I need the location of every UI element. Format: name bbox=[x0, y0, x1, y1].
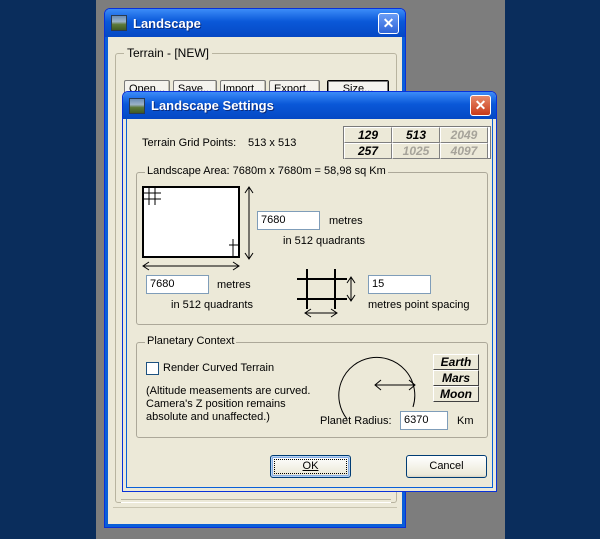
divider bbox=[121, 499, 391, 503]
curved-terrain-checkbox[interactable] bbox=[146, 362, 159, 375]
settings-app-icon bbox=[129, 97, 145, 114]
cancel-button-label: Cancel bbox=[429, 460, 464, 472]
planetary-context-label: Planetary Context bbox=[145, 335, 237, 347]
settings-dialog-title: Landscape Settings bbox=[151, 98, 274, 113]
curved-terrain-label[interactable]: Render Curved Terrain bbox=[163, 362, 274, 374]
curved-note-line-1: (Altitude measements are curved. bbox=[146, 385, 311, 397]
width-unit-label: metres bbox=[217, 279, 251, 291]
width-arrow-icon bbox=[142, 261, 240, 271]
grid-points-value: 513 x 513 bbox=[248, 137, 297, 149]
height-arrow-icon bbox=[244, 186, 254, 260]
settings-titlebar[interactable]: Landscape Settings ✕ bbox=[123, 92, 496, 119]
grid-option-257[interactable]: 257 bbox=[344, 143, 392, 159]
point-spacing-input[interactable]: 15 bbox=[368, 275, 431, 294]
grid-option-1025: 1025 bbox=[392, 143, 440, 159]
settings-body: Terrain Grid Points: 513 x 513 129 513 2… bbox=[126, 119, 493, 488]
landscape-area-group: Landscape Area: 7680m x 7680m = 58,98 sq… bbox=[136, 165, 488, 325]
radius-arrow-icon bbox=[374, 379, 416, 391]
height-quadrants-label: in 512 quadrants bbox=[283, 235, 365, 247]
settings-close-button[interactable]: ✕ bbox=[470, 95, 491, 116]
planet-radius-input[interactable]: 6370 bbox=[400, 411, 448, 430]
height-unit-label: metres bbox=[329, 215, 363, 227]
curved-note-line-2: Camera's Z position remains bbox=[146, 398, 286, 410]
grid-option-129[interactable]: 129 bbox=[344, 127, 392, 143]
width-quadrants-label: in 512 quadrants bbox=[171, 299, 253, 311]
cancel-button[interactable]: Cancel bbox=[406, 455, 487, 478]
planet-radius-label: Planet Radius: bbox=[320, 415, 392, 427]
grid-option-2049: 2049 bbox=[440, 127, 488, 143]
curved-note-line-3: absolute and unaffected.) bbox=[146, 411, 270, 423]
ok-button[interactable]: OK bbox=[270, 455, 351, 478]
landscape-titlebar[interactable]: Landscape ✕ bbox=[105, 9, 405, 37]
terrain-square-icon bbox=[142, 186, 240, 258]
earth-button[interactable]: Earth bbox=[433, 354, 479, 370]
point-spacing-icon bbox=[297, 269, 347, 309]
planet-arc-icon bbox=[338, 356, 416, 420]
landscape-window-title: Landscape bbox=[133, 15, 201, 31]
moon-button[interactable]: Moon bbox=[433, 386, 479, 402]
point-spacing-label: metres point spacing bbox=[368, 299, 470, 311]
planet-radius-unit: Km bbox=[457, 415, 474, 427]
grid-option-4097: 4097 bbox=[440, 143, 488, 159]
landscape-settings-dialog: Landscape Settings ✕ Terrain Grid Points… bbox=[122, 91, 497, 492]
grid-size-selector: 129 513 2049 257 1025 4097 bbox=[343, 126, 491, 159]
mars-button[interactable]: Mars bbox=[433, 370, 479, 386]
close-icon: ✕ bbox=[382, 15, 395, 31]
ok-button-label: OK bbox=[302, 460, 319, 472]
spacing-arrow-icon bbox=[304, 276, 356, 318]
height-metres-input[interactable]: 7680 bbox=[257, 211, 320, 230]
close-icon: ✕ bbox=[474, 97, 487, 113]
width-metres-input[interactable]: 7680 bbox=[146, 275, 209, 294]
grid-points-label: Terrain Grid Points: bbox=[142, 137, 237, 149]
planetary-context-group: Planetary Context Render Curved Terrain … bbox=[136, 335, 488, 438]
status-bar bbox=[113, 507, 397, 517]
grid-option-513[interactable]: 513 bbox=[392, 127, 440, 143]
landscape-close-button[interactable]: ✕ bbox=[378, 13, 399, 34]
landscape-app-icon bbox=[111, 15, 127, 31]
terrain-group-label: Terrain - [NEW] bbox=[124, 46, 213, 60]
